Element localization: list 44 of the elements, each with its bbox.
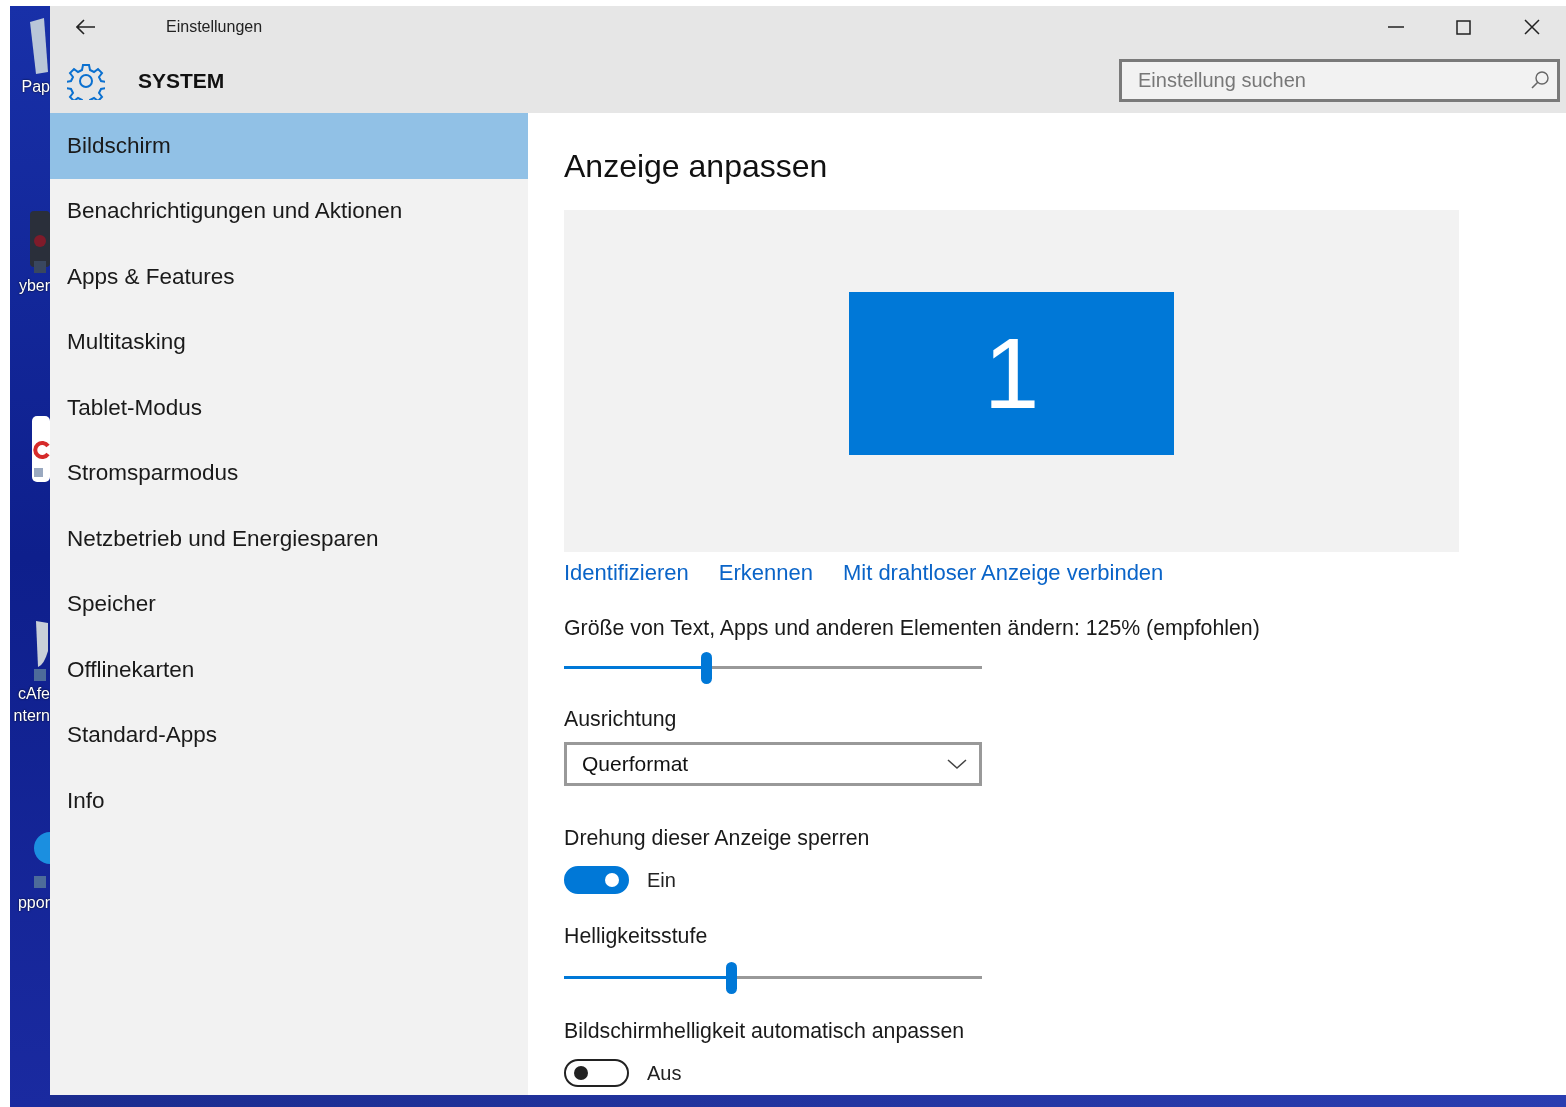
- sidebar-item[interactable]: Benachrichtigungen und Aktionen: [50, 178, 528, 244]
- slider-track[interactable]: [564, 651, 982, 685]
- sidebar-item[interactable]: Netzbetrieb und Energiesparen: [50, 506, 528, 572]
- slider-track[interactable]: [564, 961, 982, 995]
- orientation-dropdown[interactable]: Querformat: [564, 742, 982, 786]
- scale-label: Größe von Text, Apps und anderen Elementen ändern: 125% (empfohlen): [564, 616, 1260, 641]
- desktop-icon-label[interactable]: cAfe: [18, 683, 50, 705]
- toggle-state-label: Ein: [647, 868, 676, 892]
- link[interactable]: Identifizieren: [564, 560, 689, 586]
- slider-thumb[interactable]: [701, 652, 713, 684]
- page-heading: Anzeige anpassen: [564, 147, 828, 186]
- window-title: Einstellungen: [166, 18, 263, 36]
- link[interactable]: Mit drahtloser Anzeige verbinden: [842, 560, 1164, 586]
- brightness-label: Helligkeitsstufe: [564, 924, 708, 949]
- toggle-switch[interactable]: [564, 866, 629, 894]
- sidebar-item[interactable]: Offlinekarten: [50, 637, 528, 703]
- sidebar-item[interactable]: Stromsparmodus: [50, 440, 528, 506]
- monitor-tile[interactable]: 1: [849, 291, 1174, 455]
- toggle-switch[interactable]: [564, 1059, 629, 1087]
- sidebar-item[interactable]: Standard-Apps: [50, 702, 528, 768]
- rotation-lock-label: Drehung dieser Anzeige sperren: [564, 826, 870, 851]
- desktop-icon-label[interactable]: yber: [18, 275, 50, 297]
- back-arrow-icon[interactable]: [76, 19, 96, 35]
- chevron-down-icon: [947, 758, 967, 770]
- section-title: SYSTEM: [138, 68, 225, 93]
- search-field[interactable]: Einstellung suchen: [1119, 59, 1560, 102]
- sidebar-item[interactable]: Info: [50, 768, 528, 834]
- sidebar-item[interactable]: Tablet-Modus: [50, 375, 528, 441]
- toggle-state-label: Aus: [647, 1061, 682, 1085]
- sidebar-item[interactable]: Multitasking: [50, 309, 528, 375]
- orientation-label: Ausrichtung: [564, 707, 677, 732]
- link[interactable]: Erkennen: [718, 560, 813, 586]
- sidebar-item[interactable]: Apps & Features: [50, 244, 528, 310]
- settings-icon: [67, 61, 105, 100]
- desktop-icon-label[interactable]: ppor: [17, 892, 50, 914]
- auto-brightness-label: Bildschirmhelligkeit automatisch anpassen: [564, 1019, 965, 1044]
- desktop-icon-label[interactable]: ntern: [13, 705, 50, 727]
- browser-icon: [30, 416, 50, 482]
- search-icon[interactable]: [1530, 70, 1550, 90]
- slider-thumb[interactable]: [726, 962, 738, 994]
- sidebar-item[interactable]: Speicher: [50, 571, 528, 637]
- app-icon: [30, 211, 50, 275]
- sidebar-item[interactable]: Bildschirm: [50, 113, 528, 179]
- desktop-icon-label[interactable]: Pap: [21, 76, 50, 98]
